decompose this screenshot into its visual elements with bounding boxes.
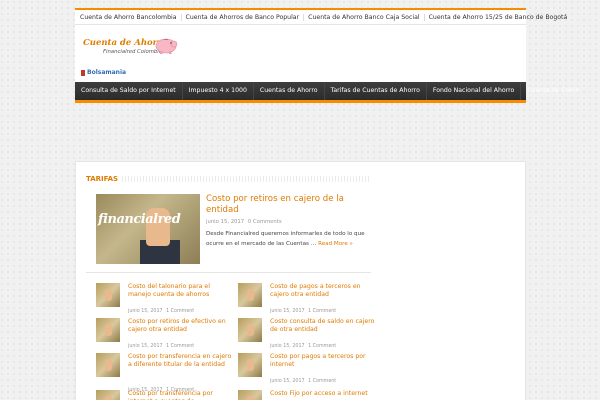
category-divider [122, 176, 371, 182]
post-title[interactable]: Costo Fijo por acceso a internet [270, 390, 376, 398]
nav-impuesto[interactable]: Impuesto 4 x 1000 [183, 82, 254, 100]
featured-post-excerpt: Desde Financialred queremos informarles … [206, 230, 366, 249]
post-comments-link[interactable]: 1 Comment [166, 344, 194, 349]
post-meta: junio 15, 2017 1 Comment [128, 309, 196, 314]
post-thumbnail[interactable] [238, 353, 262, 377]
post-thumbnail[interactable] [238, 283, 262, 307]
post-comments-link[interactable]: 1 Comment [308, 344, 336, 349]
topnav-bancolombia[interactable]: Cuenta de Ahorro Bancolombia [80, 13, 182, 21]
post-comments-link[interactable]: 1 Comment [308, 379, 336, 384]
partner-name: Bolsamania [87, 69, 127, 76]
featured-post-title[interactable]: Costo por retiros en cajero de la entida… [206, 194, 366, 216]
post-comments-link[interactable]: 1 Comment [308, 309, 336, 314]
list-item: Costo del talonario para el manejo cuent… [96, 283, 236, 319]
read-more-link[interactable]: Read More » [318, 241, 353, 247]
site-logo[interactable]: Cuenta de Ahorros Financialred Colombia [83, 35, 178, 61]
post-meta: junio 15, 2017 1 Comment [270, 309, 338, 314]
post-thumbnail[interactable] [238, 390, 262, 400]
post-date: junio 15, 2017 [270, 344, 305, 349]
featured-post: financialred Costo por retiros en cajero… [86, 190, 371, 272]
post-title[interactable]: Costo por transferencia en cajero a dife… [128, 353, 234, 369]
nav-cuentas-ahorro[interactable]: Cuentas de Ahorro [254, 82, 325, 100]
nav-cuenta-cobro[interactable]: Cuenta de Cobro [521, 82, 585, 100]
topnav-caja-social[interactable]: Cuenta de Ahorro Banco Caja Social [308, 13, 425, 21]
post-date: junio 15, 2017 [206, 219, 245, 225]
nav-tarifas[interactable]: Tarifas de Cuentas de Ahorro [325, 82, 427, 100]
post-title[interactable]: Costo por transferencia por internet a c… [128, 390, 234, 400]
list-item: Costo Fijo por acceso a internet [238, 390, 378, 400]
main-navigation: Consulta de Saldo por Internet Impuesto … [75, 82, 579, 103]
partner-logo[interactable]: Bolsamania [81, 68, 126, 77]
post-meta: junio 15, 2017 1 Comment [270, 379, 338, 384]
post-title[interactable]: Costo por retiros de efectivo en cajero … [128, 318, 234, 334]
topnav-banco-popular[interactable]: Cuenta de Ahorros de Banco Popular [186, 13, 305, 21]
list-item: Costo consulta de saldo en cajero de otr… [238, 318, 378, 354]
post-thumbnail[interactable] [96, 353, 120, 377]
top-navigation: Cuenta de Ahorro Bancolombia Cuenta de A… [75, 8, 567, 25]
post-date: junio 15, 2017 [270, 309, 305, 314]
post-thumbnail[interactable] [238, 318, 262, 342]
featured-post-meta: junio 15, 2017 0 Comments [206, 219, 284, 225]
post-grid: Costo del talonario para el manejo cuent… [86, 272, 374, 400]
nav-fondo-nacional[interactable]: Fondo Nacional del Ahorro [427, 82, 522, 100]
post-date: junio 15, 2017 [128, 344, 163, 349]
site-header: Cuenta de Ahorros Financialred Colombia … [75, 25, 526, 88]
list-item: Costo por transferencia en cajero a dife… [96, 353, 236, 393]
post-date: junio 15, 2017 [128, 309, 163, 314]
post-meta: junio 15, 2017 1 Comment [128, 344, 196, 349]
list-item: Costo por pagos a terceros por internet … [238, 353, 378, 389]
list-item: Costo por transferencia por internet a c… [96, 390, 236, 400]
post-title[interactable]: Costo de pagos a terceros en cajero otra… [270, 283, 376, 299]
image-brand-text: financialred [98, 212, 181, 227]
category-header: TARIFAS [86, 174, 371, 184]
list-item: Costo por retiros de efectivo en cajero … [96, 318, 236, 354]
post-comments-link[interactable]: 1 Comment [166, 309, 194, 314]
partner-mark-icon [81, 69, 85, 76]
post-thumbnail[interactable] [96, 318, 120, 342]
post-meta: junio 15, 2017 1 Comment [270, 344, 338, 349]
post-title[interactable]: Costo por pagos a terceros por internet [270, 353, 376, 369]
piggy-bank-icon [155, 38, 178, 54]
featured-post-image[interactable]: financialred [96, 194, 200, 264]
post-date: junio 15, 2017 [270, 379, 305, 384]
topnav-banco-bogota[interactable]: Cuenta de Ahorro 15/25 de Banco de Bogot… [429, 14, 572, 21]
post-comments-link[interactable]: 0 Comments [248, 219, 282, 225]
nav-consulta-saldo[interactable]: Consulta de Saldo por Internet [75, 82, 183, 100]
category-title[interactable]: TARIFAS [86, 175, 123, 183]
post-title[interactable]: Costo consulta de saldo en cajero de otr… [270, 318, 376, 334]
post-title[interactable]: Costo del talonario para el manejo cuent… [128, 283, 234, 299]
post-thumbnail[interactable] [96, 390, 120, 400]
post-thumbnail[interactable] [96, 283, 120, 307]
content-area: TARIFAS financialred Costo por retiros e… [75, 161, 526, 400]
page: Cuenta de Ahorro Bancolombia Cuenta de A… [75, 8, 579, 400]
list-item: Costo de pagos a terceros en cajero otra… [238, 283, 378, 319]
